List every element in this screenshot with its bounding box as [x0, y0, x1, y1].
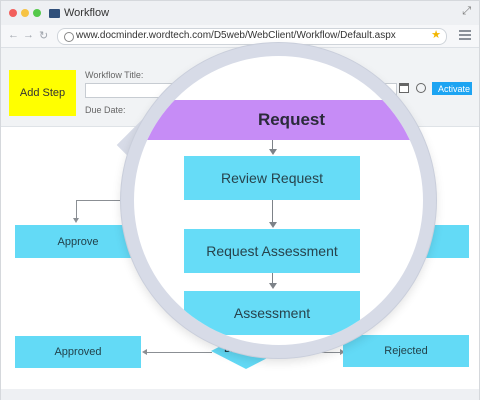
- request-title[interactable]: Request: [134, 110, 423, 130]
- url-text[interactable]: www.docminder.wordtech.com/D5web/WebClie…: [76, 30, 396, 41]
- workflow-step-assessment[interactable]: Assessment: [184, 291, 360, 335]
- status-strip: [1, 389, 479, 400]
- connector-arrow: [142, 349, 147, 355]
- connector-arrow: [73, 218, 79, 223]
- magnifier-lens: Request Review Request Request Assessmen…: [121, 43, 436, 358]
- connector-line: [76, 200, 124, 201]
- workflow-step-review-request[interactable]: Review Request: [184, 156, 360, 200]
- connector-line: [272, 200, 273, 224]
- close-window-button[interactable]: [9, 9, 17, 17]
- page-icon: [49, 9, 60, 18]
- workflow-step-rejected[interactable]: Rejected: [343, 335, 469, 367]
- expand-icon[interactable]: ⤢: [462, 5, 471, 18]
- connector-arrow: [269, 283, 277, 289]
- workflow-title-label: Workflow Title:: [85, 70, 144, 80]
- add-step-button[interactable]: Add Step: [9, 70, 76, 116]
- tab-title[interactable]: Workflow: [64, 7, 109, 19]
- bookmark-star-icon[interactable]: ★: [431, 28, 441, 41]
- connector-arrow: [269, 149, 277, 155]
- browser-titlebar: Workflow ⤢: [1, 1, 479, 26]
- workflow-step-approve[interactable]: Approve: [15, 225, 141, 258]
- back-icon[interactable]: ←: [8, 29, 19, 41]
- address-bar: ← → ↻ www.docminder.wordtech.com/D5web/W…: [1, 25, 479, 48]
- connector-arrow: [269, 222, 277, 228]
- browser-window: Workflow ⤢ ← → ↻ www.docminder.wordtech.…: [0, 0, 480, 400]
- activate-button[interactable]: Activate: [432, 82, 472, 95]
- clock-icon[interactable]: [416, 83, 426, 93]
- maximize-window-button[interactable]: [33, 9, 41, 17]
- forward-icon[interactable]: →: [23, 29, 34, 41]
- url-input[interactable]: www.docminder.wordtech.com/D5web/WebClie…: [57, 28, 447, 45]
- calendar-icon[interactable]: [399, 83, 409, 93]
- globe-icon: [64, 32, 74, 42]
- connector-line: [76, 200, 77, 218]
- workflow-step-request-assessment[interactable]: Request Assessment: [184, 229, 360, 273]
- browser-menu-icon[interactable]: [459, 30, 471, 40]
- reload-icon[interactable]: ↻: [39, 29, 48, 42]
- connector-line: [146, 352, 212, 353]
- workflow-step-approved[interactable]: Approved: [15, 336, 141, 368]
- minimize-window-button[interactable]: [21, 9, 29, 17]
- due-date-label: Due Date:: [85, 105, 126, 115]
